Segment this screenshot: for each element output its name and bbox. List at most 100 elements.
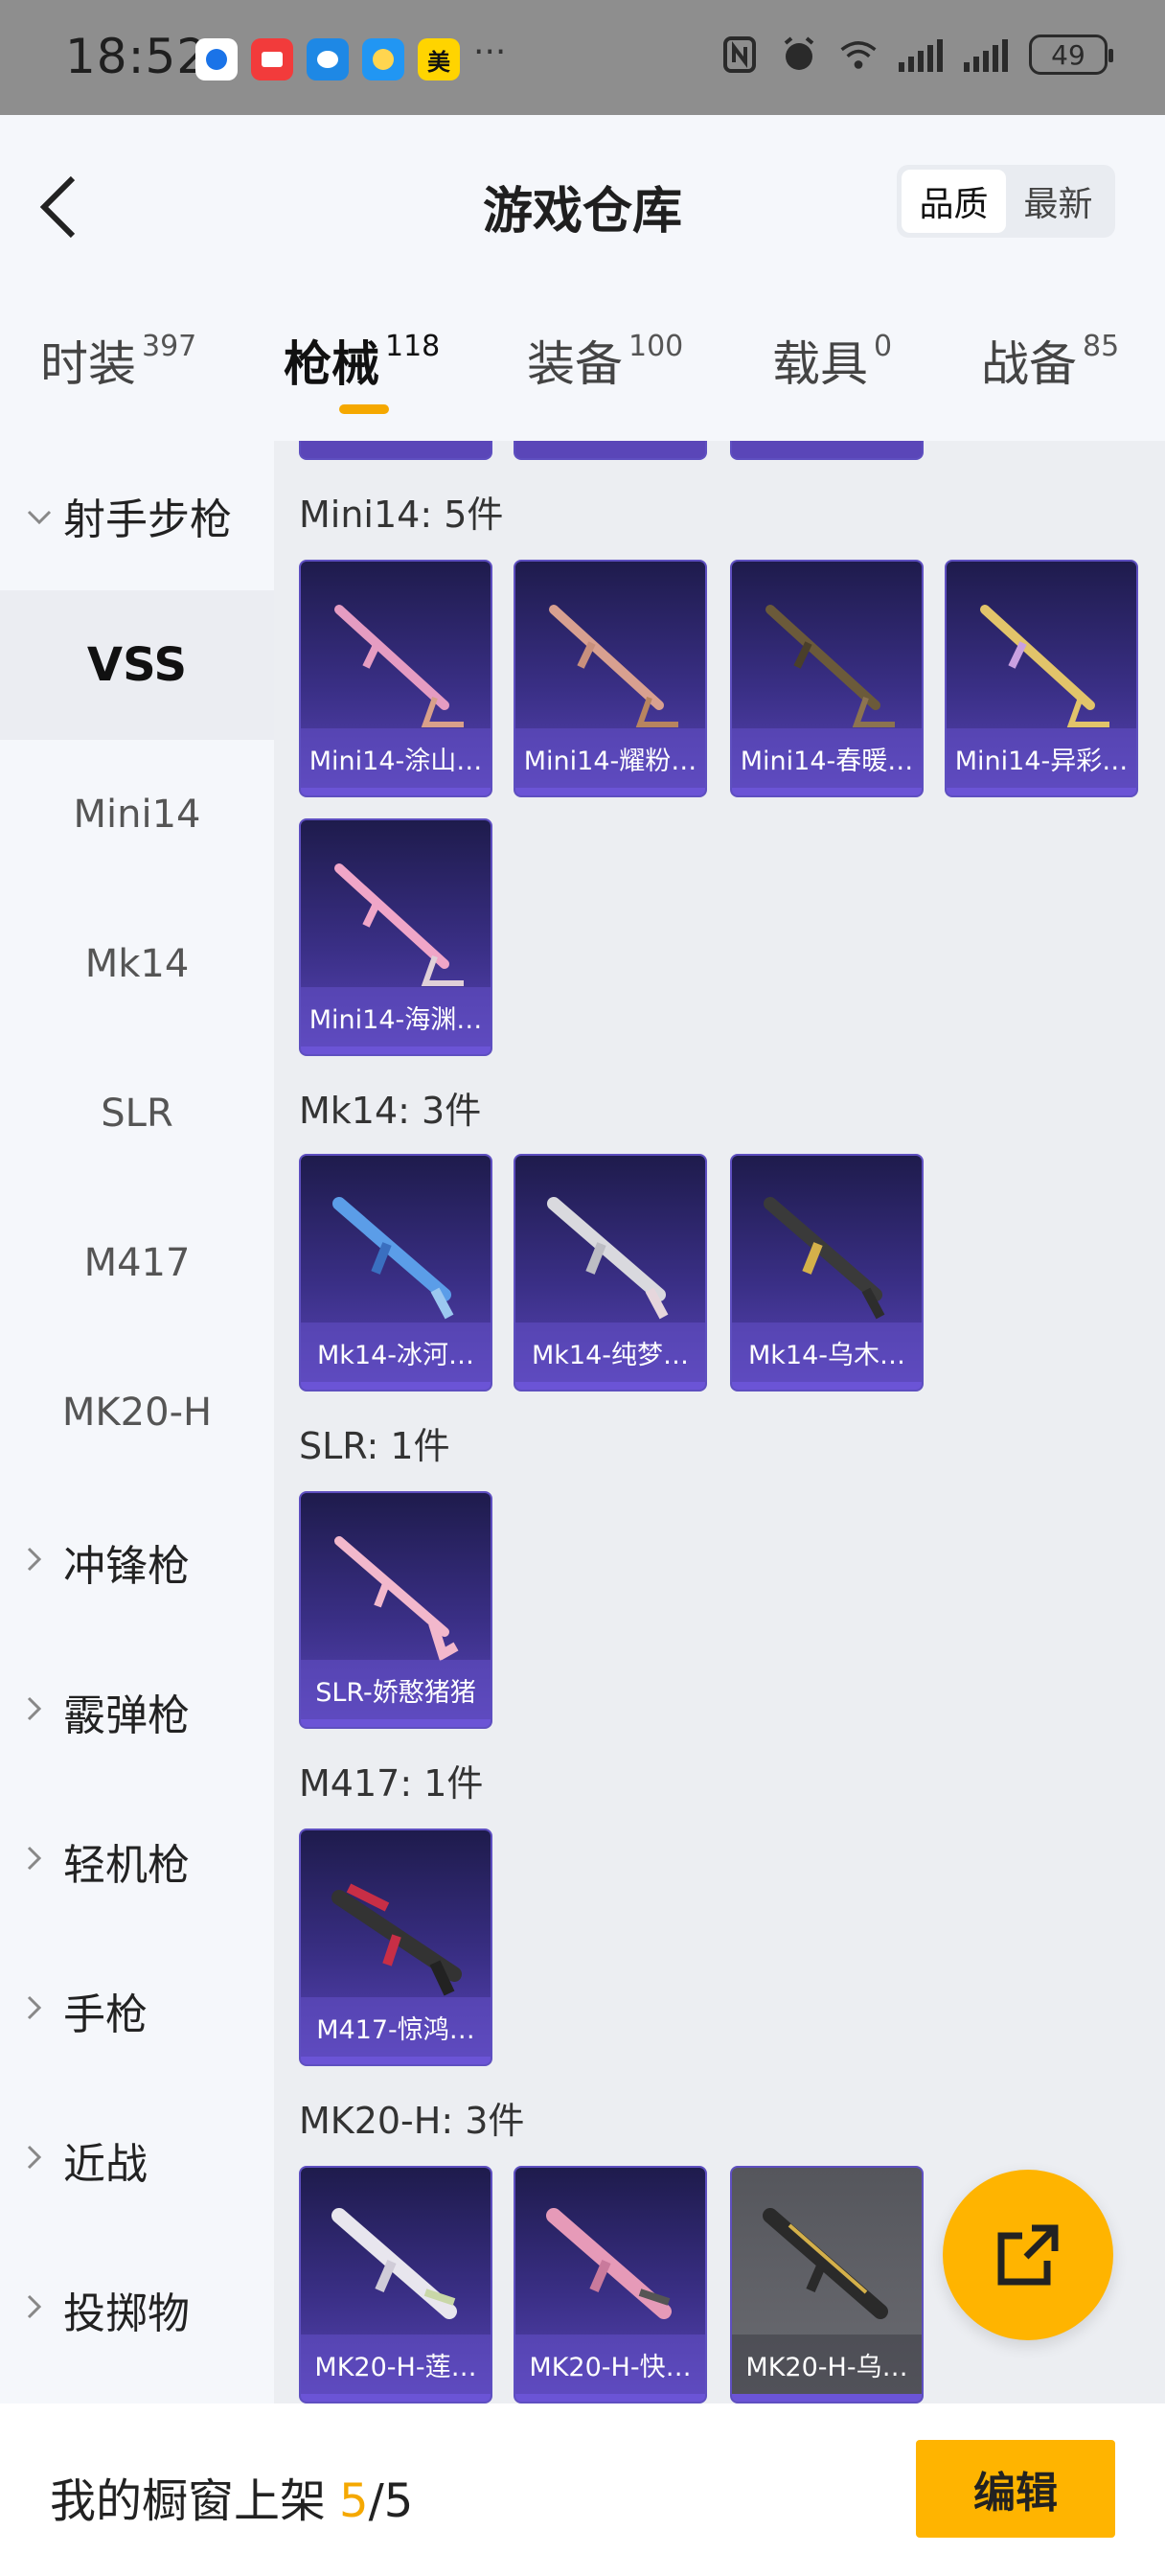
sidebar-item-label: Mk14 <box>84 942 190 986</box>
showcase-total: 5 <box>383 2474 414 2528</box>
tab-count: 100 <box>628 330 684 363</box>
tab-label: 载具 <box>772 336 868 392</box>
sidebar-item-label: 投掷物 <box>63 2289 190 2338</box>
rifle-icon <box>549 605 678 727</box>
more-notifications-icon: ··· <box>473 33 507 72</box>
rifle-icon <box>334 863 464 986</box>
sidebar-item-mini14[interactable]: Mini14 <box>0 740 274 889</box>
chevron-right-icon <box>27 2144 54 2177</box>
quality-bar <box>301 1382 491 1390</box>
chevron-right-icon <box>27 1845 54 1878</box>
skin-name: MK20-H-快… <box>515 2334 705 2394</box>
skin-card[interactable]: Mini14-春暖… <box>730 560 924 797</box>
chevron-down-icon <box>27 499 54 533</box>
skin-card[interactable]: MK20-H-乌… <box>730 2166 924 2404</box>
skin-card[interactable]: MK20-H-快… <box>514 2166 707 2404</box>
sidebar-group-pistol[interactable]: 手枪 <box>0 1936 274 2085</box>
rifle-icon <box>331 2208 457 2319</box>
skin-card[interactable]: Mini14-涂山… <box>299 560 492 797</box>
sidebar-item-slr[interactable]: SLR <box>0 1039 274 1188</box>
rifle-icon <box>334 605 464 727</box>
tab-active-indicator <box>339 404 389 414</box>
sidebar-group-melee[interactable]: 近战 <box>0 2085 274 2235</box>
skin-name: Mini14-耀粉… <box>515 728 705 788</box>
section-title-mk20h: MK20-H: 3件 <box>299 2100 525 2142</box>
skin-name: MK20-H-莲… <box>301 2334 491 2394</box>
skin-card[interactable]: Mini14-耀粉… <box>514 560 707 797</box>
skin-card[interactable]: Mini14-异彩… <box>945 560 1138 797</box>
rifle-icon <box>763 2208 888 2319</box>
tab-guns[interactable]: 枪械 118 <box>284 326 440 395</box>
chevron-right-icon <box>27 1994 54 2028</box>
sidebar-item-label: 轻机枪 <box>63 1841 190 1890</box>
sidebar-group-lmg[interactable]: 轻机枪 <box>0 1786 274 1936</box>
alarm-icon <box>780 35 818 74</box>
rifle-icon <box>547 1197 669 1320</box>
tab-label: 战备 <box>981 336 1077 392</box>
sidebar-item-label: 射手步枪 <box>63 495 232 544</box>
skin-card[interactable]: M417-惊鸿… <box>299 1828 492 2066</box>
edit-button[interactable]: 编辑 <box>916 2440 1115 2538</box>
section-title-slr: SLR: 1件 <box>299 1425 450 1467</box>
sidebar-item-label: 手枪 <box>63 1990 148 2039</box>
sidebar-item-label: SLR <box>101 1092 173 1136</box>
skin-name: Mk14-乌木… <box>732 1322 922 1382</box>
sidebar-item-label: 霰弹枪 <box>63 1691 190 1740</box>
tab-vehicles[interactable]: 载具 0 <box>772 326 892 395</box>
weapon-type-sidebar: 射手步枪 VSS Mini14 Mk14 SLR M417 MK20-H 冲锋枪… <box>0 441 274 2404</box>
skin-card[interactable]: MK20-H-莲… <box>299 2166 492 2404</box>
skin-card[interactable]: Mini14-海渊… <box>299 818 492 1056</box>
share-button[interactable] <box>943 2170 1113 2340</box>
share-out-icon <box>997 2224 1059 2286</box>
quality-bar <box>301 788 491 795</box>
showcase-separator: / <box>368 2474 384 2528</box>
section-title-mini14: Mini14: 5件 <box>299 494 504 536</box>
tab-supplies[interactable]: 战备 85 <box>981 326 1119 395</box>
rifle-icon <box>980 605 1109 727</box>
sort-by-quality[interactable]: 品质 <box>902 170 1006 233</box>
tab-label: 时装 <box>40 336 136 392</box>
sidebar-item-mk14[interactable]: Mk14 <box>0 889 274 1039</box>
rifle-icon <box>764 1197 885 1320</box>
tab-outfits[interactable]: 时装 397 <box>40 326 196 395</box>
tab-count: 0 <box>874 330 893 363</box>
skin-card[interactable]: SLR-娇憨猪猪 <box>299 1491 492 1729</box>
meituan-notification-icon: 美 <box>418 38 460 80</box>
signal-icon <box>964 37 1008 72</box>
quality-bar <box>301 1046 491 1054</box>
skin-name: Mk14-冰河… <box>301 1322 491 1382</box>
sidebar-item-m417[interactable]: M417 <box>0 1188 274 1338</box>
message-notification-icon <box>307 38 349 80</box>
sidebar-item-label: 近战 <box>63 2140 148 2189</box>
tab-count: 397 <box>142 330 197 363</box>
sort-by-newest[interactable]: 最新 <box>1006 170 1110 233</box>
sidebar-group-smg[interactable]: 冲锋枪 <box>0 1487 274 1637</box>
sidebar-item-mk20h[interactable]: MK20-H <box>0 1338 274 1487</box>
partial-card <box>514 441 707 460</box>
battery-icon: 49 <box>1029 34 1113 75</box>
skin-name: Mini14-海渊… <box>301 987 491 1046</box>
wifi-icon <box>839 35 878 74</box>
sidebar-group-shotgun[interactable]: 霰弹枪 <box>0 1637 274 1786</box>
sidebar-item-label: M417 <box>83 1241 191 1285</box>
chevron-right-icon <box>27 1695 54 1729</box>
skin-card[interactable]: Mk14-冰河… <box>299 1154 492 1392</box>
rifle-icon <box>546 2208 672 2319</box>
header: 游戏仓库 品质 最新 <box>0 115 1165 288</box>
skin-name: SLR-娇憨猪猪 <box>301 1660 491 1719</box>
sidebar-group-throwable[interactable]: 投掷物 <box>0 2235 274 2384</box>
sidebar-item-label: 冲锋枪 <box>63 1542 190 1591</box>
skin-card[interactable]: Mk14-乌木… <box>730 1154 924 1392</box>
sidebar-group-dmr[interactable]: 射手步枪 <box>0 441 274 590</box>
sidebar-item-vss[interactable]: VSS <box>0 590 274 740</box>
chevron-right-icon <box>27 2293 54 2327</box>
quality-bar <box>947 788 1136 795</box>
status-time: 18:52 <box>65 29 209 84</box>
quality-bar <box>515 788 705 795</box>
showcase-count: 5 <box>339 2474 369 2528</box>
quality-bar <box>301 1719 491 1727</box>
tab-equipment[interactable]: 装备 100 <box>527 326 683 395</box>
skin-name: M417-惊鸿… <box>301 1997 491 2057</box>
skin-card[interactable]: Mk14-纯梦… <box>514 1154 707 1392</box>
skin-name: MK20-H-乌… <box>732 2334 922 2394</box>
